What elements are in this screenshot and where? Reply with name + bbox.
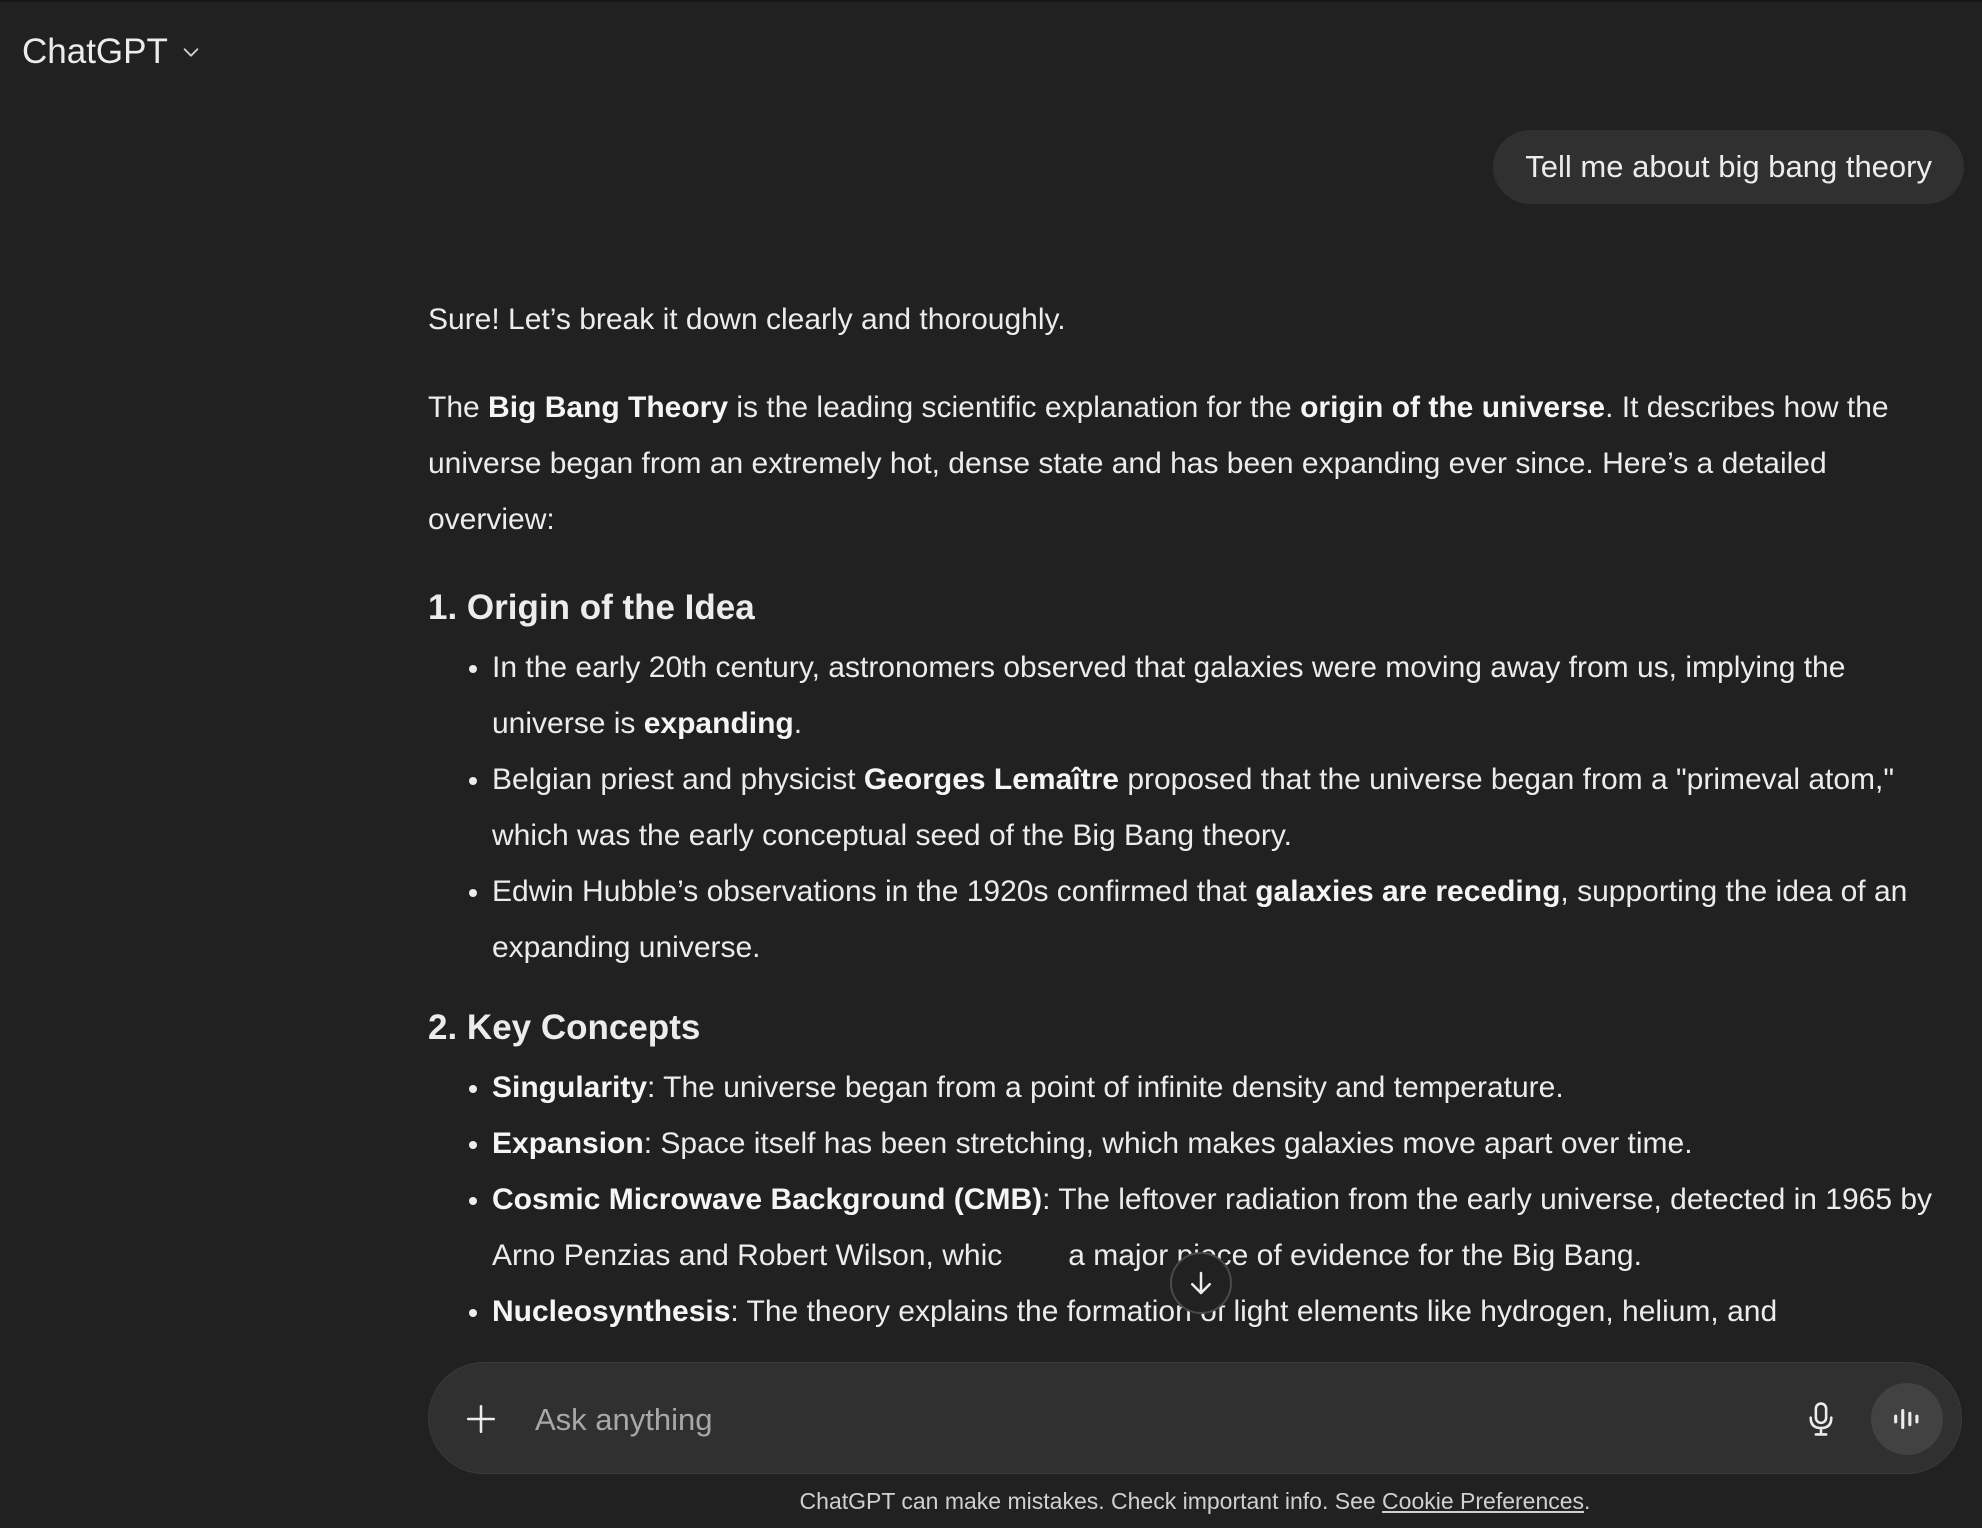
bold-run: origin of the universe xyxy=(1300,391,1606,424)
cookie-preferences-link[interactable]: Cookie Preferences xyxy=(1382,1488,1584,1514)
text-run: Edwin Hubble’s observations in the 1920s… xyxy=(492,875,1256,908)
chevron-down-icon xyxy=(183,48,199,57)
list-item: In the early 20th century, astronomers o… xyxy=(492,640,1948,752)
bold-run: galaxies are receding xyxy=(1255,875,1561,908)
list-item: Edwin Hubble’s observations in the 1920s… xyxy=(492,864,1948,976)
bold-run: Singularity xyxy=(492,1071,648,1104)
assistant-message: Sure! Let’s break it down clearly and th… xyxy=(428,292,1948,1364)
assistant-intro: Sure! Let’s break it down clearly and th… xyxy=(428,303,1066,336)
model-name: ChatGPT xyxy=(22,32,168,71)
text-run: : The universe began from a point of inf… xyxy=(647,1071,1564,1104)
bold-run: Big Bang Theory xyxy=(488,391,729,424)
text-run: Belgian priest and physicist xyxy=(492,763,864,796)
list-item: Belgian priest and physicist Georges Lem… xyxy=(492,752,1948,864)
user-message-bubble: Tell me about big bang theory xyxy=(1493,130,1964,204)
bold-run: Cosmic Microwave Background (CMB) xyxy=(492,1183,1043,1216)
bold-run: Georges Lemaître xyxy=(863,763,1119,796)
scroll-to-bottom-button[interactable] xyxy=(1170,1252,1232,1314)
text-run: a major piece of evidence for the Big Ba… xyxy=(1068,1239,1642,1272)
section-heading: 1. Origin of the Idea xyxy=(428,588,755,627)
voice-mode-button[interactable] xyxy=(1871,1383,1943,1455)
dictate-button[interactable] xyxy=(1793,1391,1849,1447)
prompt-input[interactable] xyxy=(533,1391,1717,1449)
voice-mode-icon xyxy=(1894,1408,1919,1430)
model-switcher[interactable]: ChatGPT xyxy=(22,32,202,72)
plus-icon xyxy=(466,1404,496,1434)
add-attachment-button[interactable] xyxy=(455,1393,507,1445)
assistant-paragraph: The Big Bang Theory is the leading scien… xyxy=(428,380,1948,548)
composer xyxy=(428,1362,1962,1474)
text-run: : The theory explains the formation of l… xyxy=(730,1295,1778,1328)
disclaimer-period: . xyxy=(1584,1488,1591,1514)
list-item: Singularity: The universe began from a p… xyxy=(492,1060,1948,1116)
text-run: is the leading scientific explanation fo… xyxy=(728,391,1301,424)
microphone-icon xyxy=(1809,1402,1833,1436)
arrow-down-icon xyxy=(1191,1271,1211,1295)
bold-run: Expansion xyxy=(492,1127,644,1160)
chat-app: ChatGPT Tell me about big bang theory Su… xyxy=(0,0,1982,1528)
text-run: The xyxy=(428,391,489,424)
bold-run: Nucleosynthesis xyxy=(492,1295,731,1328)
list-item: Expansion: Space itself has been stretch… xyxy=(492,1116,1948,1172)
disclaimer-text: ChatGPT can make mistakes. Check importa… xyxy=(799,1488,1383,1514)
disclaimer: ChatGPT can make mistakes. Check importa… xyxy=(0,1488,1982,1515)
bold-run: expanding xyxy=(643,707,794,740)
section-heading: 2. Key Concepts xyxy=(428,1008,701,1047)
bullet-list: In the early 20th century, astronomers o… xyxy=(428,640,1948,976)
text-run: : Space itself has been stretching, whic… xyxy=(643,1127,1693,1160)
text-run: . xyxy=(793,707,803,740)
